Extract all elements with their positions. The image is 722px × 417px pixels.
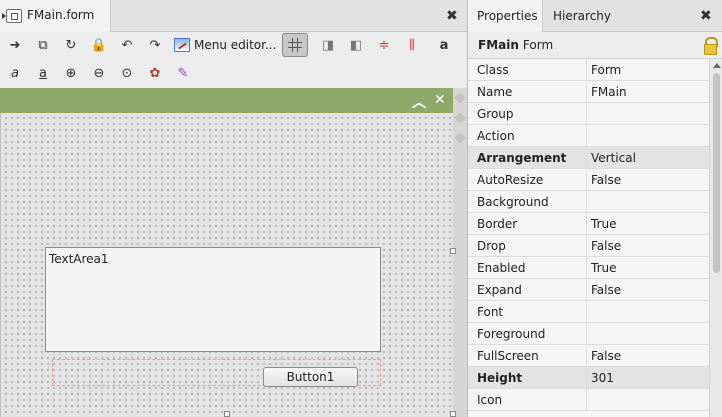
property-row[interactable]: Expand False (468, 279, 709, 301)
textarea1-label: TextArea1 (49, 252, 109, 266)
zoom-out-icon[interactable]: ⊖ (89, 63, 109, 83)
property-row[interactable]: Icon (468, 389, 709, 411)
form-editor-pane: FMain.form ✖ ➜ ⧉ ↻ 🔒 ↶ ↷ ◨ ◧ ≑ ⫼ a a a ⊕… (0, 0, 467, 417)
property-name: Class (477, 63, 509, 77)
property-row[interactable]: Enabled True (468, 257, 709, 279)
textarea1-control[interactable]: TextArea1 (45, 247, 381, 352)
property-name: Height (477, 371, 523, 385)
align-center-v-icon[interactable]: ⫼ (402, 35, 422, 55)
property-name: Font (477, 305, 504, 319)
zoom-in-icon[interactable]: ⊕ (61, 63, 81, 83)
pencil-icon[interactable]: ✎ (173, 63, 193, 83)
form-file-icon (2, 9, 22, 23)
font-icon[interactable]: a (434, 35, 454, 55)
property-value[interactable]: FMain (591, 85, 627, 99)
property-value[interactable]: Vertical (591, 151, 636, 165)
color-palette-icon[interactable]: ✿ (145, 63, 165, 83)
italic-text-icon[interactable]: a (5, 63, 25, 83)
scroll-thumb[interactable] (713, 73, 720, 273)
property-value[interactable]: False (591, 239, 621, 253)
redo-icon[interactable]: ↷ (145, 35, 165, 55)
tab-fmain-form[interactable]: FMain.form (0, 0, 111, 32)
property-row[interactable]: Arrangement Vertical (468, 147, 709, 169)
property-name: Arrangement (477, 151, 567, 165)
property-value[interactable]: True (591, 261, 617, 275)
property-value[interactable]: True (591, 217, 617, 231)
property-name: Name (477, 85, 513, 99)
send-back-icon[interactable]: ◧ (346, 35, 366, 55)
close-properties-icon[interactable]: ✖ (700, 9, 712, 23)
property-name: Expand (477, 283, 522, 297)
property-name: Foreground (477, 327, 546, 341)
property-row[interactable]: FullScreen False (468, 345, 709, 367)
form-titlebar: ︿ ✕ (0, 88, 453, 113)
tab-properties[interactable]: Properties (468, 0, 543, 32)
property-row[interactable]: Group (468, 103, 709, 125)
property-value[interactable]: 301 (591, 371, 614, 385)
property-name: Icon (477, 393, 503, 407)
property-row[interactable]: Height 301 (468, 367, 709, 389)
property-table-scrollbar[interactable] (709, 59, 722, 417)
property-row[interactable]: AutoResize False (468, 169, 709, 191)
property-row[interactable]: Font (468, 301, 709, 323)
undo-icon[interactable]: ↶ (117, 35, 137, 55)
lock-icon[interactable] (704, 37, 718, 55)
resize-handle[interactable] (450, 248, 456, 254)
button1-control[interactable]: Button1 (263, 367, 358, 387)
selected-object-header: FMain Form (468, 32, 722, 59)
maximize-icon[interactable]: ︿ (412, 92, 426, 112)
property-name: Drop (477, 239, 506, 253)
property-name: Background (477, 195, 549, 209)
editor-tab-bar: FMain.form ✖ (0, 0, 467, 32)
property-row[interactable]: Drop False (468, 235, 709, 257)
menu-editor-label: Menu editor... (194, 38, 277, 52)
resize-handle[interactable] (224, 411, 230, 417)
tab-label: FMain.form (27, 8, 95, 22)
zoom-normal-icon[interactable]: ⊙ (117, 63, 137, 83)
scroll-diamond (454, 112, 466, 124)
property-row[interactable]: Name FMain (468, 81, 709, 103)
run-icon[interactable]: ➜ (5, 35, 25, 55)
properties-icon[interactable]: ⧉ (33, 35, 53, 55)
tab-hierarchy[interactable]: Hierarchy (544, 0, 620, 32)
underline-text-icon[interactable]: a (33, 63, 53, 83)
object-name: FMain (478, 38, 519, 52)
property-row[interactable]: Action (468, 125, 709, 147)
lock-icon[interactable]: 🔒 (89, 35, 109, 55)
property-name: Enabled (477, 261, 526, 275)
property-name: AutoResize (477, 173, 544, 187)
property-row[interactable]: Border True (468, 213, 709, 235)
grid-toggle-button[interactable] (282, 33, 308, 57)
property-row[interactable]: Foreground (468, 323, 709, 345)
close-form-icon[interactable]: ✕ (434, 92, 446, 108)
menu-editor-icon (174, 38, 190, 52)
bring-front-icon[interactable]: ◨ (318, 35, 338, 55)
align-center-h-icon[interactable]: ≑ (374, 35, 394, 55)
reload-icon[interactable]: ↻ (61, 35, 81, 55)
properties-pane: Properties Hierarchy ✖ FMain Form Class F… (467, 0, 722, 417)
property-value[interactable]: False (591, 173, 621, 187)
property-row[interactable]: Class Form (468, 59, 709, 81)
resize-handle[interactable] (450, 411, 456, 417)
property-name: Action (477, 129, 515, 143)
properties-tab-bar: Properties Hierarchy ✖ (468, 0, 722, 32)
property-value[interactable]: False (591, 349, 621, 363)
scroll-diamond (454, 132, 466, 144)
scroll-diamond (454, 92, 466, 104)
property-name: Group (477, 107, 514, 121)
close-editor-icon[interactable]: ✖ (446, 9, 458, 23)
object-class: Form (522, 38, 554, 52)
property-value[interactable]: Form (591, 63, 621, 77)
menu-editor-button[interactable]: Menu editor... (174, 35, 276, 55)
property-name: Border (477, 217, 518, 231)
property-name: FullScreen (477, 349, 539, 363)
property-row[interactable]: Background (468, 191, 709, 213)
scroll-up-arrow-icon[interactable] (713, 63, 721, 68)
property-table: Class Form Name FMain Group Action Arrange… (468, 59, 709, 417)
property-value[interactable]: False (591, 283, 621, 297)
